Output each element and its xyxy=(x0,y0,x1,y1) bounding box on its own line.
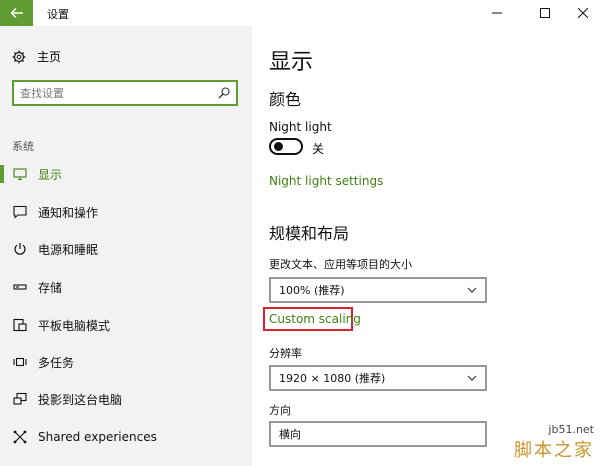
sidebar-item-shared-experiences[interactable]: Shared experiences xyxy=(0,419,252,455)
section-label-system: 系统 xyxy=(12,140,34,153)
sidebar-item-label: 显示 xyxy=(38,167,63,182)
notification-icon xyxy=(13,205,27,219)
window-title: 设置 xyxy=(47,8,69,21)
custom-scaling-link[interactable]: Custom scaling xyxy=(269,312,361,326)
sidebar-item-label: 多任务 xyxy=(38,355,75,370)
multitasking-icon xyxy=(13,357,27,367)
chevron-down-icon xyxy=(467,287,477,293)
sidebar-item-label: 投影到这台电脑 xyxy=(38,392,123,407)
chevron-down-icon xyxy=(467,375,477,381)
night-light-state: 关 xyxy=(312,142,325,156)
sidebar-item-label: 电源和睡眠 xyxy=(38,242,99,257)
orientation-label: 方向 xyxy=(269,404,291,417)
toggle-knob xyxy=(274,142,283,151)
resolution-value: 1920 × 1080 (推荐) xyxy=(279,372,386,385)
search-icon[interactable] xyxy=(218,87,230,99)
back-button[interactable] xyxy=(0,0,33,26)
scale-dropdown[interactable]: 100% (推荐) xyxy=(269,277,487,303)
sidebar-item-tablet-mode[interactable]: 平板电脑模式 xyxy=(0,307,252,343)
home-nav-item[interactable]: 主页 xyxy=(12,48,61,65)
search-input[interactable] xyxy=(14,82,204,105)
shared-experiences-icon xyxy=(13,430,27,444)
night-light-label: Night light xyxy=(269,120,332,134)
night-light-settings-link[interactable]: Night light settings xyxy=(269,174,383,188)
back-arrow-icon xyxy=(9,7,23,19)
home-label: 主页 xyxy=(37,50,62,64)
sidebar-item-power[interactable]: 电源和睡眠 xyxy=(0,231,252,267)
night-light-toggle[interactable] xyxy=(269,138,303,155)
watermark: jb51.net 脚本之家 xyxy=(514,423,594,462)
watermark-name: 脚本之家 xyxy=(514,440,594,461)
sidebar-item-display[interactable]: 显示 xyxy=(0,156,252,192)
gear-icon xyxy=(12,50,26,63)
sidebar-item-multitasking[interactable]: 多任务 xyxy=(0,344,252,380)
sidebar-item-label: 通知和操作 xyxy=(38,205,99,220)
title-bar: 设置 xyxy=(0,0,600,26)
storage-icon xyxy=(13,284,27,290)
scale-value: 100% (推荐) xyxy=(279,284,345,297)
search-box[interactable] xyxy=(12,80,238,106)
watermark-url: jb51.net xyxy=(548,423,594,436)
sidebar-item-label: 存储 xyxy=(38,280,63,295)
power-icon xyxy=(14,243,26,255)
close-icon xyxy=(578,8,588,18)
monitor-icon xyxy=(13,168,27,181)
page-title: 显示 xyxy=(269,50,314,75)
minimize-button[interactable] xyxy=(480,0,514,26)
sidebar-item-project[interactable]: 投影到这台电脑 xyxy=(0,381,252,417)
sidebar-item-notifications[interactable]: 通知和操作 xyxy=(0,194,252,230)
sidebar-item-label: 平板电脑模式 xyxy=(38,318,111,333)
main-content: 显示 颜色 Night light 关 Night light settings… xyxy=(252,26,600,466)
project-icon xyxy=(13,392,27,405)
minimize-icon xyxy=(492,12,502,14)
color-heading: 颜色 xyxy=(269,90,302,109)
close-button[interactable] xyxy=(566,0,600,26)
resolution-dropdown[interactable]: 1920 × 1080 (推荐) xyxy=(269,365,487,391)
sidebar: 主页 系统 显示 通知和操作 电源和睡眠 存储 平板电脑模式 多任务 投影到这台… xyxy=(0,26,252,466)
sidebar-item-label: Shared experiences xyxy=(38,430,157,444)
sidebar-item-storage[interactable]: 存储 xyxy=(0,269,252,305)
orientation-dropdown[interactable]: 横向 xyxy=(269,421,487,447)
scale-layout-heading: 规模和布局 xyxy=(269,224,350,243)
resolution-label: 分辨率 xyxy=(269,347,302,360)
orientation-value: 横向 xyxy=(279,428,301,441)
tablet-mode-icon xyxy=(13,318,27,332)
maximize-button[interactable] xyxy=(528,0,562,26)
maximize-icon xyxy=(540,8,550,18)
change-size-label: 更改文本、应用等项目的大小 xyxy=(269,258,412,271)
